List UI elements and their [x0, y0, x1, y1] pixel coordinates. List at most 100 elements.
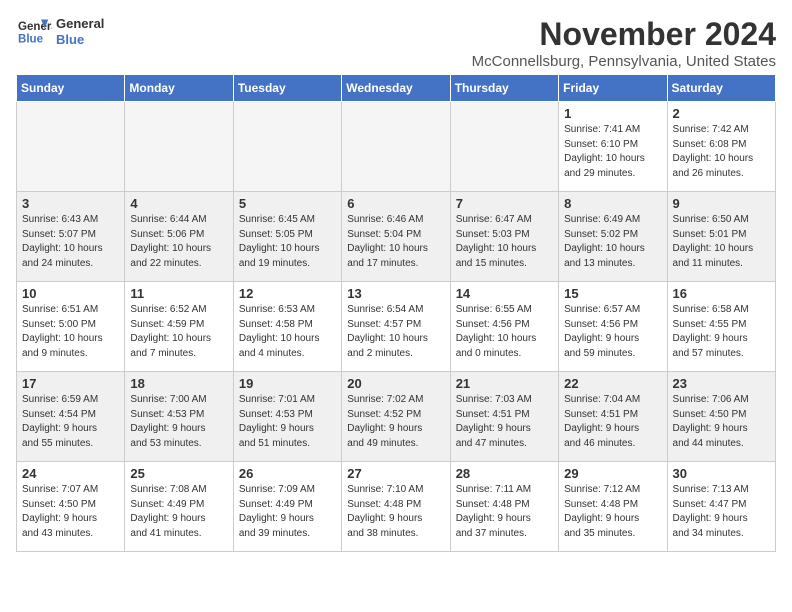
calendar-cell: 24 Sunrise: 7:07 AM Sunset: 4:50 PM Dayli…	[17, 462, 125, 552]
day-number: 20	[347, 376, 444, 391]
calendar-cell: 20Sunrise: 7:02 AM Sunset: 4:52 PM Dayli…	[342, 372, 450, 462]
calendar-cell: 22Sunrise: 7:04 AM Sunset: 4:51 PM Dayli…	[559, 372, 667, 462]
calendar-cell: 18 Sunrise: 7:00 AM Sunset: 4:53 PM Dayli…	[125, 372, 233, 462]
day-number: 2	[673, 106, 770, 121]
day-info: Sunrise: 7:42 AM Sunset: 6:08 PM Dayligh…	[673, 123, 770, 181]
calendar-cell: 6Sunrise: 6:46 AM Sunset: 5:04 PM Daylig…	[342, 192, 450, 282]
page-header: General Blue General Blue November 2024 …	[16, 16, 776, 70]
day-number: 13	[347, 286, 444, 301]
day-number: 10	[22, 286, 119, 301]
logo-text: General	[56, 16, 104, 32]
day-number: 24	[22, 466, 119, 481]
calendar-cell: 17 Sunrise: 6:59 AM Sunset: 4:54 PM Dayli…	[17, 372, 125, 462]
svg-text:Blue: Blue	[18, 34, 44, 46]
day-number: 21	[456, 376, 553, 391]
calendar-cell: 13 Sunrise: 6:54 AM Sunset: 4:57 PM Dayli…	[342, 282, 450, 372]
calendar-cell: 30 Sunrise: 7:13 AM Sunset: 4:47 PM Dayli…	[667, 462, 775, 552]
calendar-cell: 4 Sunrise: 6:44 AM Sunset: 5:06 PM Daylig…	[125, 192, 233, 282]
day-info: Sunrise: 6:53 AM Sunset: 4:58 PM Dayligh…	[239, 303, 336, 361]
day-number: 14	[456, 286, 553, 301]
day-info: Sunrise: 7:09 AM Sunset: 4:49 PM Dayligh…	[239, 483, 336, 541]
calendar-cell: 21 Sunrise: 7:03 AM Sunset: 4:51 PM Dayli…	[450, 372, 558, 462]
day-number: 15	[564, 286, 661, 301]
weekday-header: Monday	[125, 75, 233, 102]
day-number: 27	[347, 466, 444, 481]
weekday-header: Thursday	[450, 75, 558, 102]
calendar-cell: 19Sunrise: 7:01 AM Sunset: 4:53 PM Dayli…	[233, 372, 341, 462]
day-info: Sunrise: 7:11 AM Sunset: 4:48 PM Dayligh…	[456, 483, 553, 541]
calendar-cell: 29 Sunrise: 7:12 AM Sunset: 4:48 PM Dayli…	[559, 462, 667, 552]
calendar-week-row: 3Sunrise: 6:43 AM Sunset: 5:07 PM Daylig…	[17, 192, 776, 282]
day-info: Sunrise: 7:03 AM Sunset: 4:51 PM Dayligh…	[456, 393, 553, 451]
calendar-cell: 26 Sunrise: 7:09 AM Sunset: 4:49 PM Dayli…	[233, 462, 341, 552]
day-info: Sunrise: 6:57 AM Sunset: 4:56 PM Dayligh…	[564, 303, 661, 361]
day-info: Sunrise: 7:00 AM Sunset: 4:53 PM Dayligh…	[130, 393, 227, 451]
day-info: Sunrise: 7:06 AM Sunset: 4:50 PM Dayligh…	[673, 393, 770, 451]
calendar-cell: 2 Sunrise: 7:42 AM Sunset: 6:08 PM Daylig…	[667, 102, 775, 192]
weekday-header: Saturday	[667, 75, 775, 102]
calendar-cell: 23Sunrise: 7:06 AM Sunset: 4:50 PM Dayli…	[667, 372, 775, 462]
month-title: November 2024	[472, 16, 776, 53]
day-number: 30	[673, 466, 770, 481]
logo-icon: General Blue	[16, 16, 52, 48]
calendar-week-row: 24 Sunrise: 7:07 AM Sunset: 4:50 PM Dayli…	[17, 462, 776, 552]
calendar-cell: 10 Sunrise: 6:51 AM Sunset: 5:00 PM Dayli…	[17, 282, 125, 372]
calendar-cell	[17, 102, 125, 192]
day-number: 16	[673, 286, 770, 301]
calendar-cell	[125, 102, 233, 192]
day-number: 17	[22, 376, 119, 391]
calendar-cell: 14 Sunrise: 6:55 AM Sunset: 4:56 PM Dayli…	[450, 282, 558, 372]
day-number: 9	[673, 196, 770, 211]
day-info: Sunrise: 6:50 AM Sunset: 5:01 PM Dayligh…	[673, 213, 770, 271]
day-number: 18	[130, 376, 227, 391]
calendar-table: SundayMondayTuesdayWednesdayThursdayFrid…	[16, 74, 776, 552]
calendar-cell: 28 Sunrise: 7:11 AM Sunset: 4:48 PM Dayli…	[450, 462, 558, 552]
logo: General Blue General Blue	[16, 16, 104, 48]
day-info: Sunrise: 7:10 AM Sunset: 4:48 PM Dayligh…	[347, 483, 444, 541]
day-number: 6	[347, 196, 444, 211]
day-number: 12	[239, 286, 336, 301]
day-info: Sunrise: 6:51 AM Sunset: 5:00 PM Dayligh…	[22, 303, 119, 361]
day-number: 11	[130, 286, 227, 301]
day-number: 25	[130, 466, 227, 481]
day-number: 4	[130, 196, 227, 211]
calendar-cell: 5Sunrise: 6:45 AM Sunset: 5:05 PM Daylig…	[233, 192, 341, 282]
day-info: Sunrise: 6:52 AM Sunset: 4:59 PM Dayligh…	[130, 303, 227, 361]
calendar-header-row: SundayMondayTuesdayWednesdayThursdayFrid…	[17, 75, 776, 102]
weekday-header: Wednesday	[342, 75, 450, 102]
calendar-week-row: 17 Sunrise: 6:59 AM Sunset: 4:54 PM Dayli…	[17, 372, 776, 462]
day-info: Sunrise: 6:47 AM Sunset: 5:03 PM Dayligh…	[456, 213, 553, 271]
calendar-cell: 27 Sunrise: 7:10 AM Sunset: 4:48 PM Dayli…	[342, 462, 450, 552]
calendar-cell: 7 Sunrise: 6:47 AM Sunset: 5:03 PM Daylig…	[450, 192, 558, 282]
day-info: Sunrise: 7:41 AM Sunset: 6:10 PM Dayligh…	[564, 123, 661, 181]
calendar-cell: 11 Sunrise: 6:52 AM Sunset: 4:59 PM Dayli…	[125, 282, 233, 372]
day-info: Sunrise: 7:13 AM Sunset: 4:47 PM Dayligh…	[673, 483, 770, 541]
day-number: 7	[456, 196, 553, 211]
calendar-cell	[450, 102, 558, 192]
svg-text:General: General	[18, 21, 52, 33]
day-info: Sunrise: 7:12 AM Sunset: 4:48 PM Dayligh…	[564, 483, 661, 541]
day-number: 29	[564, 466, 661, 481]
day-info: Sunrise: 6:44 AM Sunset: 5:06 PM Dayligh…	[130, 213, 227, 271]
day-number: 3	[22, 196, 119, 211]
day-info: Sunrise: 7:07 AM Sunset: 4:50 PM Dayligh…	[22, 483, 119, 541]
weekday-header: Sunday	[17, 75, 125, 102]
day-number: 26	[239, 466, 336, 481]
calendar-week-row: 10 Sunrise: 6:51 AM Sunset: 5:00 PM Dayli…	[17, 282, 776, 372]
day-number: 19	[239, 376, 336, 391]
day-number: 28	[456, 466, 553, 481]
calendar-cell: 1Sunrise: 7:41 AM Sunset: 6:10 PM Daylig…	[559, 102, 667, 192]
day-info: Sunrise: 6:55 AM Sunset: 4:56 PM Dayligh…	[456, 303, 553, 361]
calendar-cell: 16Sunrise: 6:58 AM Sunset: 4:55 PM Dayli…	[667, 282, 775, 372]
day-info: Sunrise: 6:45 AM Sunset: 5:05 PM Dayligh…	[239, 213, 336, 271]
calendar-cell: 15 Sunrise: 6:57 AM Sunset: 4:56 PM Dayli…	[559, 282, 667, 372]
day-info: Sunrise: 7:04 AM Sunset: 4:51 PM Dayligh…	[564, 393, 661, 451]
day-info: Sunrise: 6:54 AM Sunset: 4:57 PM Dayligh…	[347, 303, 444, 361]
day-info: Sunrise: 6:59 AM Sunset: 4:54 PM Dayligh…	[22, 393, 119, 451]
location-title: McConnellsburg, Pennsylvania, United Sta…	[472, 53, 776, 70]
day-number: 8	[564, 196, 661, 211]
day-info: Sunrise: 6:49 AM Sunset: 5:02 PM Dayligh…	[564, 213, 661, 271]
calendar-week-row: 1Sunrise: 7:41 AM Sunset: 6:10 PM Daylig…	[17, 102, 776, 192]
calendar-cell: 9 Sunrise: 6:50 AM Sunset: 5:01 PM Daylig…	[667, 192, 775, 282]
calendar-cell: 8 Sunrise: 6:49 AM Sunset: 5:02 PM Daylig…	[559, 192, 667, 282]
